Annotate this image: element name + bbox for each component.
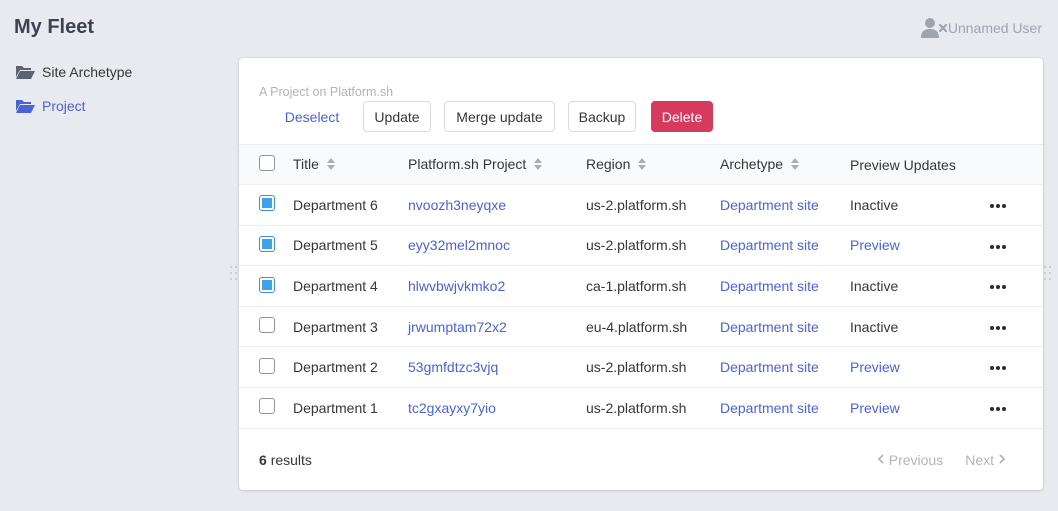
folder-open-icon (15, 64, 35, 80)
preview-status: Inactive (850, 196, 899, 213)
toolbar: Deselect Update Merge update Backup Dele… (239, 101, 1043, 132)
row-region: us-2.platform.sh (586, 225, 720, 267)
user-name: Unnamed User (947, 20, 1042, 36)
more-options-icon[interactable] (990, 366, 1006, 371)
row-checkbox[interactable] (259, 357, 275, 374)
pagination: Previous Next (875, 452, 1008, 468)
panel-subtitle: A Project on Platform.sh (259, 85, 394, 99)
sort-icon (326, 157, 335, 173)
column-header-project[interactable]: Platform.sh Project (408, 144, 586, 185)
row-title: Department 2 (293, 346, 408, 388)
sidebar: Site Archetype Project (15, 62, 132, 130)
chevron-right-icon (994, 452, 1008, 468)
row-region: ca-1.platform.sh (586, 265, 720, 307)
preview-link[interactable]: Preview (850, 400, 900, 416)
column-header-preview-updates: Preview Updates (850, 144, 990, 185)
deselect-button[interactable]: Deselect (272, 101, 352, 132)
preview-status: Inactive (850, 318, 899, 335)
results-count: 6 results (259, 452, 312, 468)
row-region: eu-4.platform.sh (586, 306, 720, 348)
sort-icon (791, 157, 800, 173)
app-title: My Fleet (14, 16, 95, 38)
project-link[interactable]: 53gmfdtzc3vjq (408, 359, 498, 375)
backup-button[interactable]: Backup (568, 101, 636, 132)
preview-status: Inactive (850, 277, 899, 294)
row-region: us-2.platform.sh (586, 184, 720, 226)
table-row[interactable]: Department 2 53gmfdtzc3vjq us-2.platform… (239, 346, 1043, 388)
row-title: Department 1 (293, 387, 408, 429)
sidebar-item-label: Project (42, 98, 86, 114)
more-options-icon[interactable] (990, 285, 1006, 290)
column-header-region[interactable]: Region (586, 144, 720, 185)
more-options-icon[interactable] (990, 244, 1006, 249)
more-options-icon[interactable] (990, 204, 1006, 209)
archetype-link[interactable]: Department site (720, 197, 819, 213)
preview-link[interactable]: Preview (850, 359, 900, 375)
table-row[interactable]: Department 3 jrwumptam72x2 eu-4.platform… (239, 306, 1043, 348)
project-panel: A Project on Platform.sh Deselect Update… (239, 58, 1043, 490)
merge-update-button[interactable]: Merge update (444, 101, 555, 132)
previous-page-button[interactable]: Previous (875, 452, 943, 468)
folder-open-icon (15, 98, 35, 114)
right-resize-handle[interactable] (1044, 266, 1052, 280)
column-header-actions (990, 144, 1043, 185)
more-options-icon[interactable] (990, 325, 1006, 330)
sidebar-item-project[interactable]: Project (15, 96, 132, 116)
row-checkbox[interactable] (259, 236, 275, 253)
archetype-link[interactable]: Department site (720, 278, 819, 294)
row-title: Department 6 (293, 184, 408, 226)
project-link[interactable]: eyy32mel2mnoc (408, 237, 510, 253)
table-row[interactable]: Department 5 eyy32mel2mnoc us-2.platform… (239, 225, 1043, 267)
table-header-row: Title Platform.sh Project Region Archety… (239, 144, 1043, 185)
row-region: us-2.platform.sh (586, 387, 720, 429)
archetype-link[interactable]: Department site (720, 359, 819, 375)
column-header-archetype[interactable]: Archetype (720, 144, 850, 185)
project-link[interactable]: hlwvbwjvkmko2 (408, 278, 505, 294)
project-link[interactable]: jrwumptam72x2 (408, 319, 507, 335)
row-checkbox[interactable] (259, 195, 275, 212)
row-title: Department 4 (293, 265, 408, 307)
user-menu[interactable]: Unnamed User (920, 17, 1042, 39)
archetype-link[interactable]: Department site (720, 319, 819, 335)
sort-icon (534, 157, 543, 173)
project-link[interactable]: nvoozh3neyqxe (408, 197, 506, 213)
left-resize-handle[interactable] (230, 266, 238, 280)
delete-button[interactable]: Delete (651, 101, 713, 132)
more-options-icon[interactable] (990, 407, 1006, 412)
archetype-link[interactable]: Department site (720, 400, 819, 416)
row-checkbox[interactable] (259, 317, 275, 334)
row-title: Department 5 (293, 225, 408, 267)
table-row[interactable]: Department 6 nvoozh3neyqxe us-2.platform… (239, 184, 1043, 226)
table-footer: 6 results Previous Next (259, 452, 1023, 468)
chevron-left-icon (875, 452, 889, 468)
sidebar-item-site-archetype[interactable]: Site Archetype (15, 62, 132, 82)
row-checkbox[interactable] (259, 398, 275, 415)
projects-table: Title Platform.sh Project Region Archety… (239, 144, 1043, 429)
user-x-icon (920, 17, 948, 39)
sidebar-item-label: Site Archetype (42, 64, 133, 80)
table-row[interactable]: Department 4 hlwvbwjvkmko2 ca-1.platform… (239, 265, 1043, 307)
archetype-link[interactable]: Department site (720, 237, 819, 253)
table-row[interactable]: Department 1 tc2gxayxy7yio us-2.platform… (239, 387, 1043, 429)
row-title: Department 3 (293, 306, 408, 348)
preview-link[interactable]: Preview (850, 237, 900, 253)
next-page-button[interactable]: Next (965, 452, 1008, 468)
update-button[interactable]: Update (363, 101, 431, 132)
select-all-checkbox[interactable] (259, 155, 275, 172)
project-link[interactable]: tc2gxayxy7yio (408, 400, 496, 416)
row-region: us-2.platform.sh (586, 346, 720, 388)
row-checkbox[interactable] (259, 276, 275, 293)
sort-icon (638, 157, 647, 173)
column-header-title[interactable]: Title (293, 144, 408, 185)
